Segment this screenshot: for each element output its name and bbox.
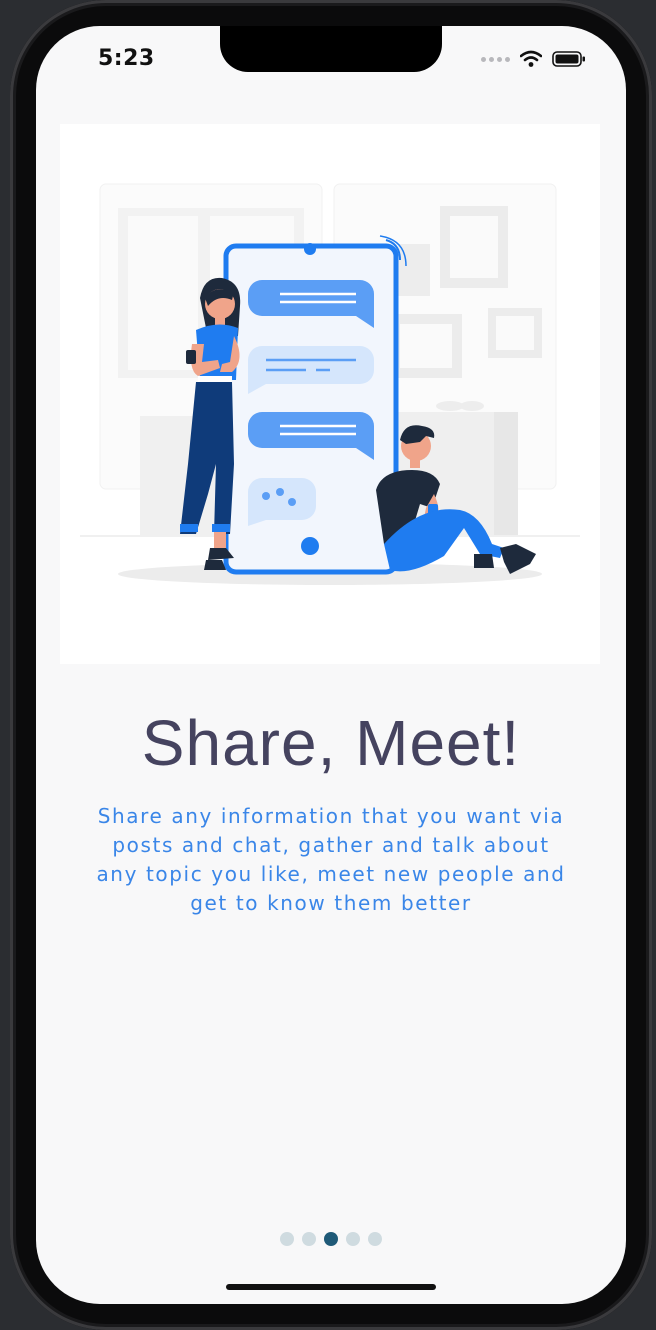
page-dot-1[interactable] bbox=[280, 1232, 294, 1246]
status-icons bbox=[481, 50, 586, 68]
page-dot-5[interactable] bbox=[368, 1232, 382, 1246]
page-dot-3-active[interactable] bbox=[324, 1232, 338, 1246]
battery-icon bbox=[552, 51, 585, 67]
cellular-signal-icon bbox=[481, 56, 510, 62]
page-title: Share, Meet! bbox=[141, 707, 521, 779]
device-notch bbox=[220, 26, 442, 72]
onboarding-illustration bbox=[60, 124, 600, 664]
page-dot-4[interactable] bbox=[346, 1232, 360, 1246]
page-indicator[interactable] bbox=[36, 1232, 626, 1246]
home-indicator[interactable] bbox=[226, 1284, 436, 1290]
page-dot-2[interactable] bbox=[302, 1232, 316, 1246]
wifi-icon bbox=[520, 50, 542, 67]
page-description: Share any information that you want via … bbox=[96, 804, 566, 915]
status-time: 5:23 bbox=[98, 46, 155, 71]
share-meet-illustration bbox=[80, 183, 580, 585]
app-screen: 5:23 Share, Meet! Share any information … bbox=[36, 26, 626, 1304]
